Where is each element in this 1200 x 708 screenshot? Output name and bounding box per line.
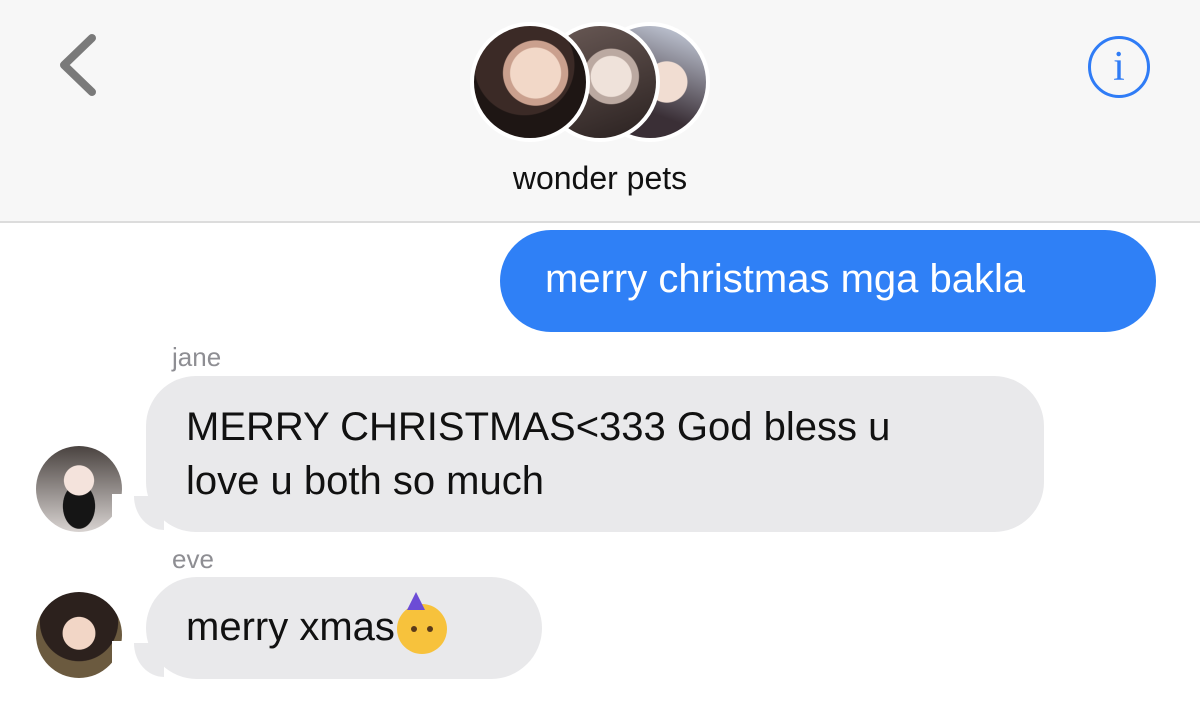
message-text-line: MERRY CHRISTMAS<333 God bless u — [186, 405, 891, 449]
avatar[interactable] — [36, 592, 122, 678]
message-text-line: love u both so much — [186, 459, 544, 503]
message-bubble-incoming[interactable]: merry xmas — [146, 577, 542, 679]
partying-face-icon — [396, 592, 447, 655]
chevron-left-icon[interactable] — [50, 30, 110, 100]
sender-name: jane — [172, 342, 222, 372]
avatar — [470, 22, 590, 142]
message-bubble-outgoing[interactable]: merry christmas mga bakla — [500, 230, 1156, 332]
message-bubble-incoming[interactable]: MERRY CHRISTMAS<333 God bless u love u b… — [146, 376, 1044, 532]
info-icon[interactable]: i — [1088, 36, 1150, 98]
conversation-header: wonder pets i — [0, 0, 1200, 223]
sender-name: eve — [172, 544, 214, 574]
group-avatar-stack[interactable] — [470, 22, 710, 142]
message-text: merry xmas — [186, 605, 395, 649]
group-name[interactable]: wonder pets — [0, 160, 1200, 197]
avatar[interactable] — [36, 446, 122, 532]
